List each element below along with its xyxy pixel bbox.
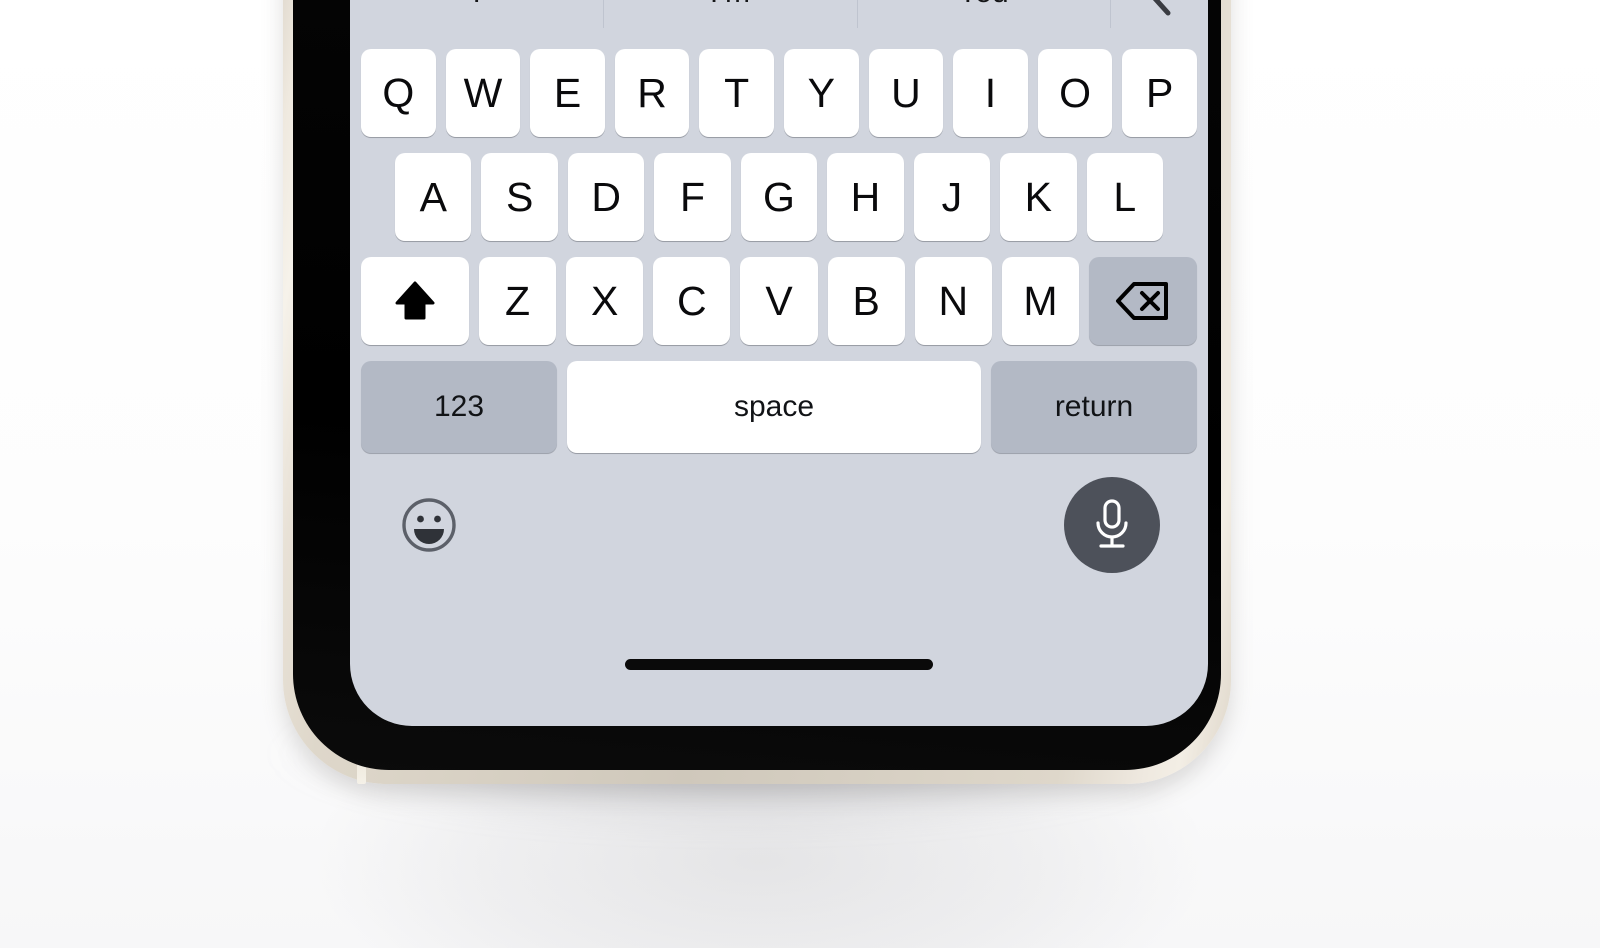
shift-arrow-up-icon: [392, 278, 438, 324]
key-s[interactable]: S: [481, 153, 558, 241]
key-j[interactable]: J: [913, 153, 991, 241]
key-c[interactable]: C: [653, 257, 731, 345]
keyboard-row-function: 123 space return: [356, 361, 1202, 453]
numeric-switch-key[interactable]: 123: [361, 361, 557, 453]
suggestion-3[interactable]: You: [856, 0, 1110, 45]
keyboard-row-bottom-letters: Z X C V B N M: [356, 257, 1202, 345]
suggestion-1[interactable]: I: [350, 0, 603, 45]
key-v[interactable]: V: [740, 257, 818, 345]
keyboard-row-home: A S D F G H J K L: [356, 153, 1202, 241]
dictation-key[interactable]: [1064, 477, 1160, 573]
home-indicator[interactable]: [625, 659, 933, 670]
key-m[interactable]: M: [1001, 257, 1079, 345]
key-e[interactable]: E: [530, 49, 605, 137]
screenshot-canvas: I I’m You Q W E R: [0, 0, 1600, 948]
predictive-text-bar: I I’m You: [350, 0, 1208, 45]
key-k[interactable]: K: [1000, 153, 1077, 241]
key-i[interactable]: I: [953, 49, 1028, 137]
backspace-key[interactable]: [1088, 257, 1197, 345]
key-q[interactable]: Q: [361, 49, 436, 137]
key-y[interactable]: Y: [784, 49, 859, 137]
key-p[interactable]: P: [1122, 49, 1197, 137]
return-key[interactable]: return: [991, 361, 1197, 453]
key-f[interactable]: F: [654, 153, 731, 241]
microphone-icon: [1087, 497, 1137, 553]
key-d[interactable]: D: [567, 153, 645, 241]
key-r[interactable]: R: [614, 49, 690, 137]
keyboard: Q W E R T Y U I O P A S D F G H J K L Z …: [350, 49, 1208, 453]
key-z[interactable]: Z: [479, 257, 557, 345]
keyboard-row-top: Q W E R T Y U I O P: [356, 49, 1202, 137]
iphone-device: I I’m You Q W E R: [283, 0, 1231, 784]
smiley-face-icon: [400, 496, 458, 554]
key-n[interactable]: N: [914, 257, 992, 345]
key-t[interactable]: T: [699, 49, 774, 137]
key-x[interactable]: X: [566, 257, 644, 345]
keyboard-utility-row: [350, 469, 1208, 595]
key-u[interactable]: U: [868, 49, 944, 137]
delete-left-icon: [1115, 280, 1171, 322]
emoji-key[interactable]: [398, 494, 460, 556]
space-key[interactable]: space: [567, 361, 981, 453]
shift-key[interactable]: [361, 257, 469, 345]
device-bezel: I I’m You Q W E R: [293, 0, 1221, 770]
key-l[interactable]: L: [1086, 153, 1163, 241]
key-a[interactable]: A: [395, 153, 472, 241]
key-w[interactable]: W: [445, 49, 521, 137]
device-screen: I I’m You Q W E R: [350, 0, 1208, 726]
key-b[interactable]: B: [827, 257, 905, 345]
key-g[interactable]: G: [740, 153, 818, 241]
chevron-left-icon[interactable]: [1109, 0, 1208, 45]
key-h[interactable]: H: [827, 153, 904, 241]
suggestion-2[interactable]: I’m: [603, 0, 856, 45]
key-o[interactable]: O: [1037, 49, 1113, 137]
